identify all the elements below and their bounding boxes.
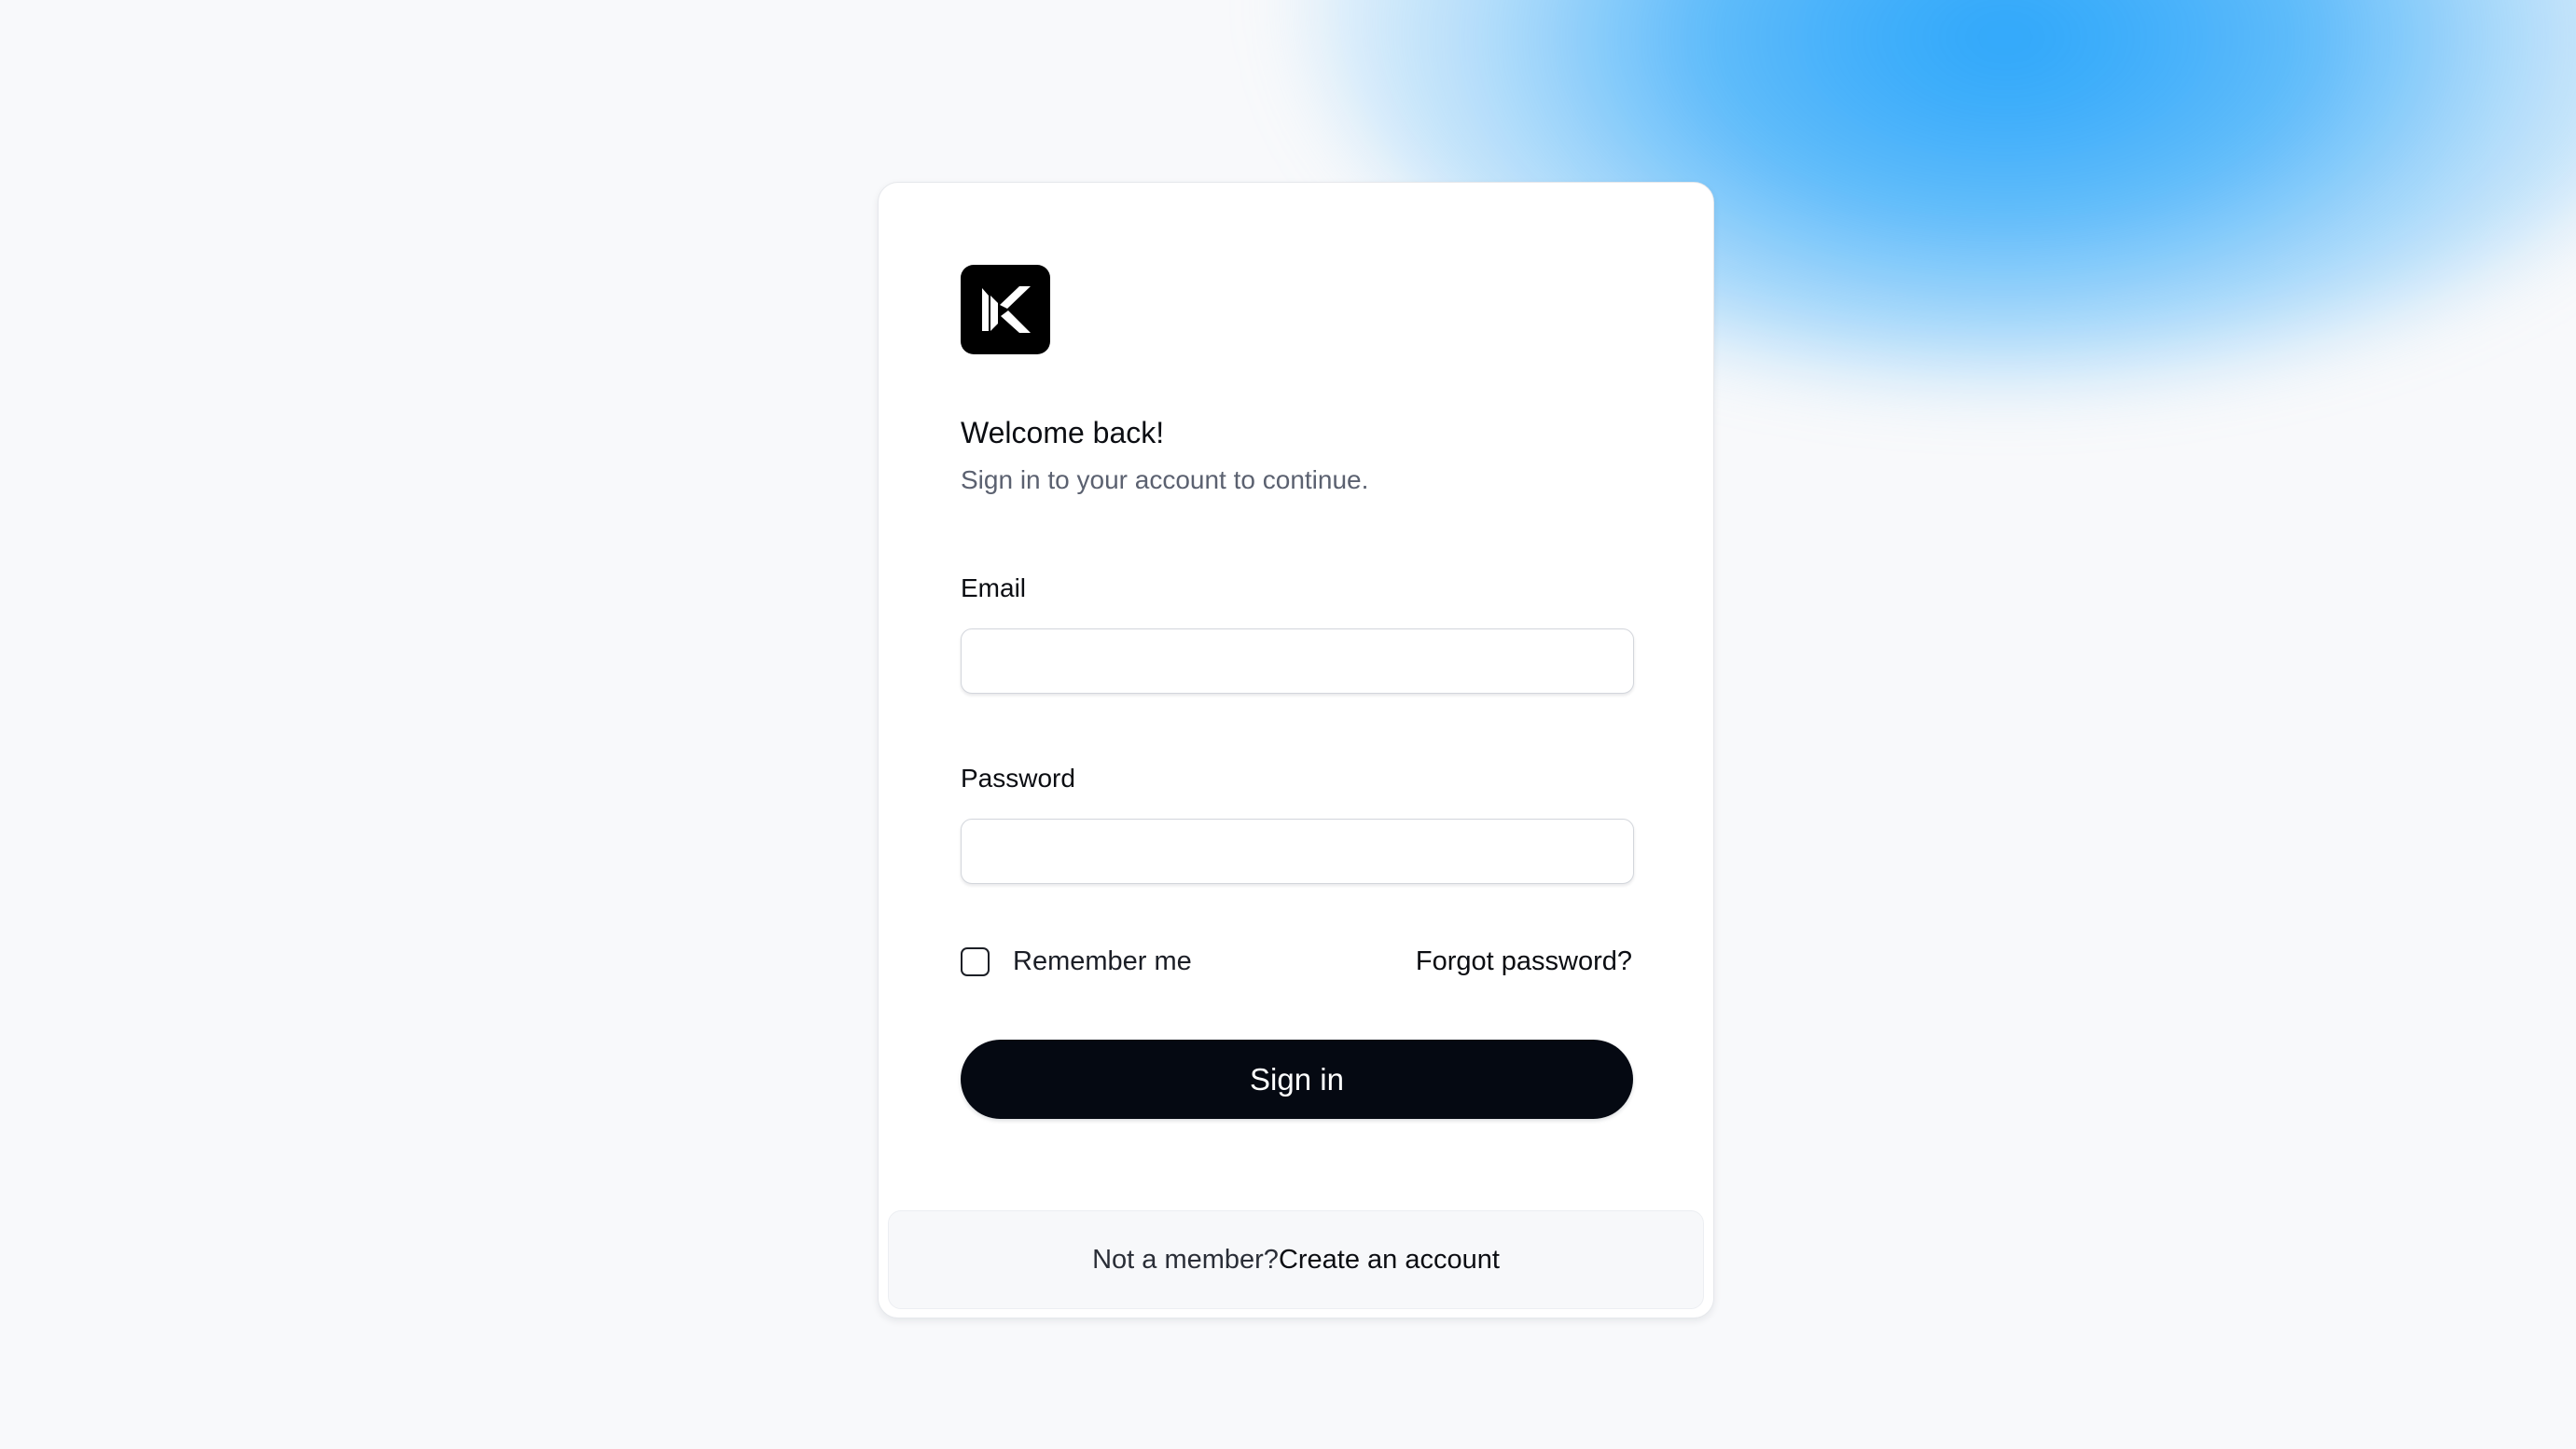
email-label: Email [961, 573, 1027, 602]
login-card: Welcome back! Sign in to your account to… [878, 182, 1714, 1318]
password-label: Password [961, 764, 1075, 793]
signup-footer: Not a member? Create an account [888, 1210, 1704, 1309]
page-title: Welcome back! [961, 416, 1165, 449]
page-subtitle: Sign in to your account to continue. [961, 465, 1369, 494]
forgot-password-link[interactable]: Forgot password? [1416, 947, 1632, 976]
k-logo-icon [961, 265, 1050, 354]
remember-me-checkbox[interactable] [961, 947, 990, 976]
sign-in-button[interactable]: Sign in [961, 1040, 1633, 1119]
create-account-link[interactable]: Create an account [1279, 1245, 1500, 1276]
password-field[interactable] [961, 819, 1634, 884]
remember-me-label[interactable]: Remember me [1013, 947, 1192, 976]
signup-prompt: Not a member? [1092, 1244, 1279, 1275]
email-field[interactable] [961, 628, 1634, 694]
